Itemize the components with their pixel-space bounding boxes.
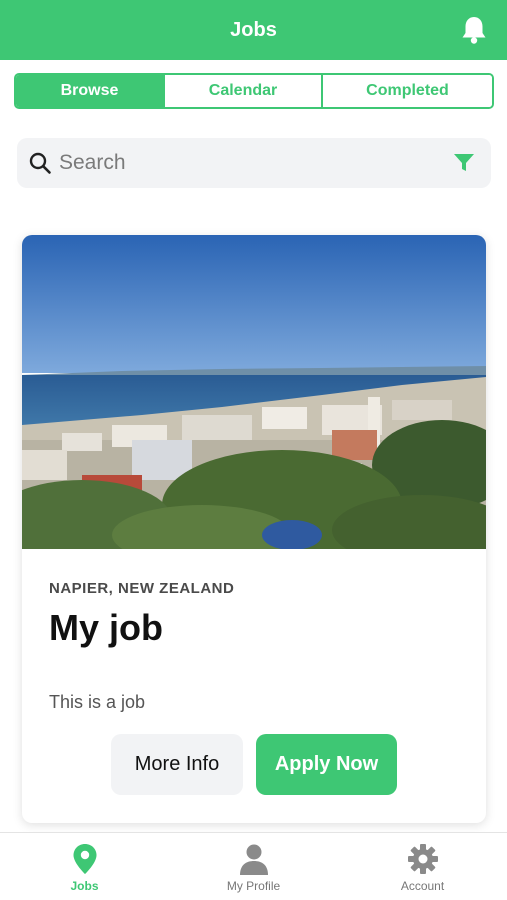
nav-item-my-profile[interactable]: My Profile [169, 833, 338, 900]
nav-item-jobs[interactable]: Jobs [0, 833, 169, 900]
nav-label-my-profile: My Profile [226, 879, 281, 893]
job-card: NAPIER, NEW ZEALAND My job This is a job… [22, 235, 486, 823]
search-input[interactable] [59, 151, 451, 175]
tab-completed[interactable]: Completed [321, 75, 492, 107]
notifications-button[interactable] [459, 14, 489, 46]
app-header: Jobs [0, 0, 507, 60]
apply-now-button[interactable]: Apply Now [256, 734, 397, 795]
filter-icon [454, 154, 474, 171]
job-description: This is a job [49, 692, 146, 712]
search-bar [17, 138, 491, 188]
page-title: Jobs [230, 18, 277, 41]
map-pin-icon [68, 842, 102, 876]
job-location: NAPIER, NEW ZEALAND [49, 580, 235, 597]
tab-calendar[interactable]: Calendar [163, 75, 321, 107]
tab-browse[interactable]: Browse [16, 75, 163, 107]
nav-item-account[interactable]: Account [338, 833, 507, 900]
view-tabs: Browse Calendar Completed [14, 73, 494, 109]
filter-button[interactable] [451, 150, 477, 176]
nav-label-account: Account [400, 879, 445, 893]
job-image [22, 235, 486, 549]
bell-icon [462, 17, 486, 44]
person-icon [237, 842, 271, 876]
gear-icon [406, 842, 440, 876]
nav-label-jobs: Jobs [70, 879, 99, 893]
job-title: My job [49, 607, 163, 648]
bottom-nav: Jobs My Profile Account [0, 832, 507, 900]
more-info-button[interactable]: More Info [111, 734, 243, 795]
search-icon [27, 150, 53, 176]
